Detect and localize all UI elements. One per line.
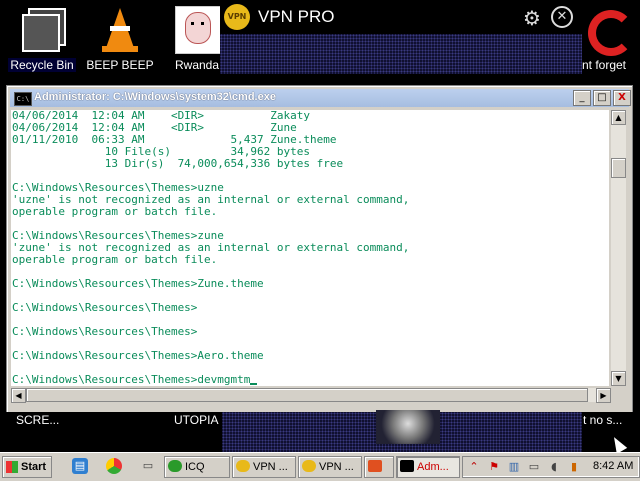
desktop-icon-label: Recycle Bin (8, 58, 76, 72)
traffic-cone-icon (96, 6, 144, 54)
desktop-icon-label[interactable]: t no s... (583, 413, 622, 427)
paint-icon (368, 460, 382, 472)
scroll-down-icon[interactable]: ▼ (611, 371, 626, 386)
vpn-title: VPN PRO (258, 7, 335, 26)
taskbar-button-vpn-2[interactable]: VPN ... (298, 456, 362, 478)
taskbar-button-cmd[interactable]: Adm... (396, 456, 460, 478)
console-line: C:\Windows\Resources\Themes>Zune.theme (12, 277, 264, 290)
chrome-icon[interactable] (106, 458, 122, 474)
console-line: C:\Windows\Resources\Themes> (12, 325, 198, 338)
stacked-windows-icon (18, 6, 66, 54)
desktop-icon-label[interactable]: SCRE... (16, 413, 59, 427)
windows-flag-icon (6, 461, 18, 473)
console-line: C:\Windows\Resources\Themes> (12, 301, 198, 314)
console-line: 13 Dir(s) 74,000,654,336 bytes free (12, 157, 344, 170)
system-tray: ⌃ ⚑ ▥ ▭ ◖ ▮ 8:42 AM (462, 456, 640, 478)
taskbar-button-vpn-1[interactable]: VPN ... (232, 456, 296, 478)
taskbar-button-label: ICQ (185, 461, 205, 473)
show-desktop-icon[interactable]: ▤ (72, 458, 88, 474)
vpn-pro-widget: VPN VPN PRO ⚙ ✕ (220, 0, 582, 35)
red-c-icon (580, 6, 634, 56)
console-line: operable program or batch file. (12, 205, 218, 218)
window-titlebar[interactable]: C:\ Administrator: C:\Windows\system32\c… (10, 89, 631, 107)
clock[interactable]: 8:42 AM (593, 460, 633, 472)
desktop-thumbnail-image (376, 410, 440, 444)
taskbar-button-icq[interactable]: ICQ (164, 456, 230, 478)
face-icon (173, 6, 221, 54)
desktop-icon-label: nt forget (579, 58, 629, 72)
gear-icon[interactable]: ⚙ (523, 6, 541, 30)
console-output[interactable]: 04/06/2014 12:04 AM <DIR> Zakaty 04/06/20… (11, 110, 609, 386)
scroll-right-icon[interactable]: ▶ (596, 388, 611, 403)
flag-icon[interactable]: ⚑ (487, 460, 501, 474)
horizontal-scrollbar[interactable]: ◀ ▶ (11, 388, 611, 403)
desktop-icon-label[interactable]: UTOPIA (174, 413, 218, 427)
taskbar: Start ▤ ▭ ICQ VPN ... VPN ... Adm... ⌃ ⚑… (0, 452, 640, 481)
scroll-thumb-horizontal[interactable] (26, 388, 588, 402)
battery-icon[interactable]: ▮ (567, 460, 581, 474)
desktop-icon-label: Rwanda (172, 58, 222, 72)
network-icon[interactable]: ▥ (507, 460, 521, 474)
window-title: Administrator: C:\Windows\system32\cmd.e… (34, 91, 276, 103)
scroll-left-icon[interactable]: ◀ (11, 388, 26, 403)
explorer-icon[interactable]: ▭ (140, 458, 156, 474)
cmd-icon (400, 460, 414, 472)
close-button[interactable]: X (613, 90, 631, 106)
volume-icon[interactable]: ◖ (547, 460, 561, 474)
taskbar-button-label: VPN ... (319, 461, 354, 473)
vpn-icon (236, 460, 250, 472)
monitor-icon[interactable]: ▭ (527, 460, 541, 474)
desktop-icon-beep-beep[interactable]: BEEP BEEP (80, 6, 160, 72)
close-icon[interactable]: ✕ (551, 6, 573, 28)
taskbar-button-label: Adm... (417, 461, 449, 473)
console-line: C:\Windows\Resources\Themes>Aero.theme (12, 349, 264, 362)
icq-flower-icon (168, 460, 182, 472)
scroll-up-icon[interactable]: ▲ (611, 110, 626, 125)
maximize-button[interactable]: □ (593, 90, 611, 106)
console-line: C:\Windows\Resources\Themes>devmgmtm (12, 374, 258, 386)
vertical-scrollbar[interactable]: ▲ ▼ (611, 110, 626, 386)
text-cursor (250, 383, 258, 385)
taskbar-button-paint[interactable] (364, 456, 394, 478)
scroll-thumb[interactable] (611, 158, 626, 178)
vpn-icon (302, 460, 316, 472)
desktop-icon-recycle-bin[interactable]: Recycle Bin (2, 6, 82, 72)
minimize-button[interactable]: _ (573, 90, 591, 106)
start-label: Start (21, 461, 47, 473)
cmd-icon: C:\ (14, 92, 32, 106)
vpn-widget-background (220, 34, 582, 74)
start-button[interactable]: Start (2, 456, 52, 478)
chevron-up-icon[interactable]: ⌃ (467, 460, 481, 474)
taskbar-button-label: VPN ... (253, 461, 288, 473)
vpn-logo-icon: VPN (224, 4, 250, 30)
desktop-icon-label: BEEP BEEP (84, 58, 156, 72)
cmd-window[interactable]: C:\ Administrator: C:\Windows\system32\c… (6, 85, 633, 414)
console-line: operable program or batch file. (12, 253, 218, 266)
